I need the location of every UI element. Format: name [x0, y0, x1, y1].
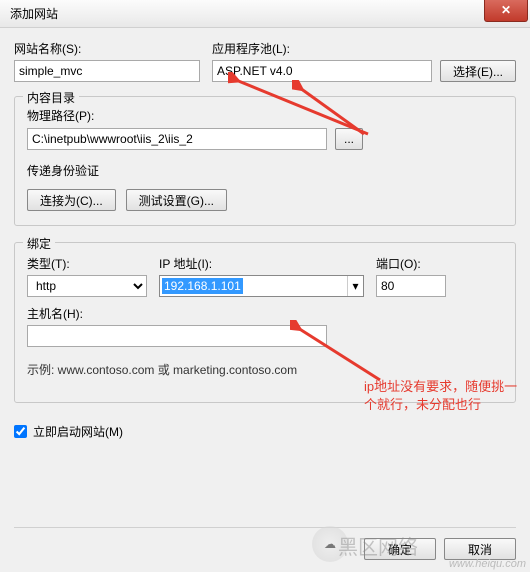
watermark-url: www.heiqu.com — [449, 558, 526, 570]
physical-path-input[interactable] — [27, 128, 327, 150]
window-title: 添加网站 — [10, 5, 58, 22]
app-pool-label: 应用程序池(L): — [212, 40, 516, 57]
start-site-label: 立即启动网站(M) — [33, 423, 123, 440]
hostname-label: 主机名(H): — [27, 305, 503, 322]
port-input[interactable] — [376, 275, 446, 297]
start-site-checkbox[interactable] — [14, 425, 27, 438]
app-pool-input — [212, 60, 432, 82]
physical-path-label: 物理路径(P): — [27, 109, 94, 123]
type-label: 类型(T): — [27, 255, 147, 272]
ip-address-select[interactable]: 192.168.1.101 ▾ — [159, 275, 364, 297]
close-button[interactable]: ✕ — [484, 0, 528, 22]
annotation-text: ip地址没有要求，随便挑一个就行，未分配也行 — [364, 378, 524, 414]
ok-button[interactable]: 确定 — [364, 538, 436, 560]
chevron-down-icon: ▾ — [347, 276, 363, 296]
ellipsis-icon: ... — [344, 132, 354, 146]
content-dir-group: 内容目录 物理路径(P): ... 传递身份验证 连接为(C)... 测试设置(… — [14, 96, 516, 226]
close-icon: ✕ — [501, 3, 511, 17]
type-select[interactable]: http — [27, 275, 147, 297]
auth-label: 传递身份验证 — [27, 162, 503, 179]
connect-as-button[interactable]: 连接为(C)... — [27, 189, 116, 211]
site-name-label: 网站名称(S): — [14, 40, 200, 57]
ip-address-value: 192.168.1.101 — [162, 278, 243, 294]
site-name-input[interactable] — [14, 60, 200, 82]
select-app-pool-button[interactable]: 选择(E)... — [440, 60, 516, 82]
cancel-button[interactable]: 取消 — [444, 538, 516, 560]
ip-label: IP 地址(I): — [159, 255, 364, 272]
dialog-footer: 确定 取消 — [14, 527, 516, 560]
port-label: 端口(O): — [376, 255, 446, 272]
hostname-input[interactable] — [27, 325, 327, 347]
titlebar: 添加网站 ✕ — [0, 0, 530, 28]
content-dir-title: 内容目录 — [23, 89, 79, 106]
dialog-content: 网站名称(S): 应用程序池(L): 选择(E)... 内容目录 物理路径(P)… — [0, 28, 530, 572]
test-settings-button[interactable]: 测试设置(G)... — [126, 189, 227, 211]
browse-button[interactable]: ... — [335, 128, 363, 150]
binding-title: 绑定 — [23, 235, 55, 252]
